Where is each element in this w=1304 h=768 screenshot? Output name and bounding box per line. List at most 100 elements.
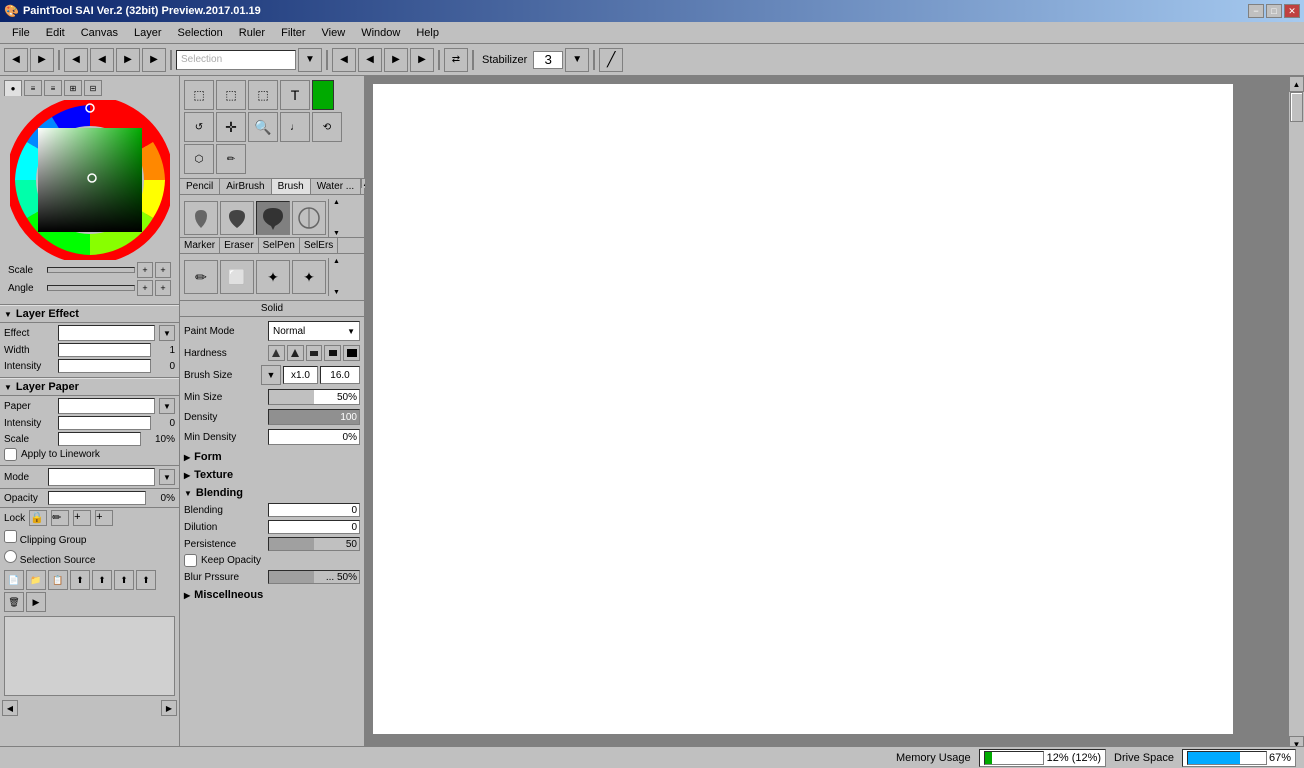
- subicon-eraser[interactable]: ⬜: [220, 260, 254, 294]
- mode-dropdown-arrow[interactable]: ▼: [159, 469, 175, 485]
- toolbar-btn1[interactable]: ◀: [64, 48, 88, 72]
- angle-minus-btn[interactable]: +: [137, 280, 153, 296]
- lock-icon-btn[interactable]: 🔒: [29, 510, 47, 526]
- menu-help[interactable]: Help: [408, 25, 447, 41]
- toolbar-btn3[interactable]: ▶: [116, 48, 140, 72]
- brush-icon-scroll[interactable]: ▲ ▼: [328, 199, 344, 237]
- width-track[interactable]: [58, 343, 151, 357]
- hardness-btn4[interactable]: [324, 345, 341, 361]
- toolbar-diagonal-btn[interactable]: ╱: [599, 48, 623, 72]
- selection-dropdown[interactable]: ▼: [298, 48, 322, 72]
- panel-scroll-right[interactable]: ▶: [161, 700, 177, 716]
- new-layer-btn[interactable]: 📄: [4, 570, 24, 590]
- layer-btn7[interactable]: ⬆: [136, 570, 156, 590]
- lock-btn3[interactable]: +: [73, 510, 91, 526]
- intensity-track[interactable]: [58, 359, 151, 373]
- scroll-v-thumb[interactable]: [1290, 92, 1303, 122]
- maximize-button[interactable]: □: [1266, 4, 1282, 18]
- blur-pressure-track[interactable]: ... 50%: [268, 570, 360, 584]
- toolbar-btn2[interactable]: ◀: [90, 48, 114, 72]
- layer-effect-header[interactable]: ▼ Layer Effect: [0, 305, 179, 323]
- hardness-btn1[interactable]: [268, 345, 285, 361]
- minimize-button[interactable]: −: [1248, 4, 1264, 18]
- persistence-track[interactable]: 50: [268, 537, 360, 551]
- brush-tab-brush[interactable]: Brush: [272, 179, 311, 194]
- tool-audio[interactable]: ♩: [280, 112, 310, 142]
- toolbar-back-btn[interactable]: ◀: [4, 48, 28, 72]
- tool-select2[interactable]: ⟲: [312, 112, 342, 142]
- misc-header[interactable]: ▶ Miscellneous: [184, 587, 360, 603]
- brush-icon-4[interactable]: [292, 201, 326, 235]
- opacity-track[interactable]: [48, 491, 146, 505]
- subicon-selpen[interactable]: ✦: [256, 260, 290, 294]
- toolbar-exchange-btn[interactable]: ⇄: [444, 48, 468, 72]
- menu-filter[interactable]: Filter: [273, 25, 313, 41]
- brush-icon-1[interactable]: [184, 201, 218, 235]
- tool-shape[interactable]: ⬡: [184, 144, 214, 174]
- subicon-selers[interactable]: ✦: [292, 260, 326, 294]
- dilution-track[interactable]: 0: [268, 520, 360, 534]
- texture-header[interactable]: ▶ Texture: [184, 467, 360, 483]
- brush-subtool-eraser[interactable]: Eraser: [220, 238, 258, 253]
- angle-plus-btn[interactable]: +: [155, 280, 171, 296]
- paper-dropdown[interactable]: ▼: [159, 398, 175, 414]
- mode-dropdown[interactable]: [48, 468, 155, 486]
- drawing-canvas[interactable]: [373, 84, 1233, 734]
- effect-dropdown[interactable]: ▼: [159, 325, 175, 341]
- tool-pen[interactable]: ✏: [216, 144, 246, 174]
- tool-select-lasso[interactable]: ⬚: [216, 80, 246, 110]
- color-wheel-svg[interactable]: [10, 100, 170, 260]
- toolbar-btn6[interactable]: ◀: [358, 48, 382, 72]
- scale-minus-btn[interactable]: +: [137, 262, 153, 278]
- menu-window[interactable]: Window: [353, 25, 408, 41]
- color-tab-h[interactable]: ≡: [24, 80, 42, 96]
- angle-track[interactable]: [47, 285, 135, 291]
- brush-subtool-selpen[interactable]: SelPen: [259, 238, 300, 253]
- min-size-track[interactable]: 50%: [268, 389, 360, 405]
- scale-plus-btn[interactable]: +: [155, 262, 171, 278]
- keep-opacity-checkbox[interactable]: [184, 554, 197, 567]
- color-tab-grid[interactable]: ⊞: [64, 80, 82, 96]
- canvas-scrollbar-vertical[interactable]: ▲ ▼: [1288, 76, 1304, 752]
- close-button[interactable]: ✕: [1284, 4, 1300, 18]
- menu-edit[interactable]: Edit: [38, 25, 73, 41]
- toolbar-btn7[interactable]: ▶: [384, 48, 408, 72]
- menu-selection[interactable]: Selection: [170, 25, 231, 41]
- scroll-v-up-btn[interactable]: ▲: [1289, 76, 1304, 92]
- layer-btn5[interactable]: ⬆: [92, 570, 112, 590]
- lock-pen-btn[interactable]: ✏: [51, 510, 69, 526]
- tool-move[interactable]: ✛: [216, 112, 246, 142]
- selection-source-radio[interactable]: [4, 550, 17, 563]
- brush-tab-airbrush[interactable]: AirBrush: [220, 179, 271, 194]
- layer-btn9[interactable]: ▶: [26, 592, 46, 612]
- color-wheel-container[interactable]: [10, 100, 170, 260]
- hardness-btn2[interactable]: [287, 345, 304, 361]
- paper-intensity-track[interactable]: [58, 416, 151, 430]
- brush-icon-2[interactable]: [220, 201, 254, 235]
- blending-header[interactable]: ▼ Blending: [184, 485, 360, 501]
- brush-subtool-selers[interactable]: SelErs: [300, 238, 338, 253]
- layer-paper-header[interactable]: ▼ Layer Paper: [0, 378, 179, 396]
- delete-layer-btn[interactable]: 🗑: [4, 592, 24, 612]
- stabilizer-input[interactable]: [533, 51, 563, 69]
- menu-layer[interactable]: Layer: [126, 25, 170, 41]
- toolbar-btn5[interactable]: ◀: [332, 48, 356, 72]
- tool-rotate[interactable]: ↺: [184, 112, 214, 142]
- tool-zoom[interactable]: 🔍: [248, 112, 278, 142]
- new-folder-btn[interactable]: 📁: [26, 570, 46, 590]
- color-tab-hv[interactable]: ≡: [44, 80, 62, 96]
- color-tab-list[interactable]: ⊟: [84, 80, 102, 96]
- hardness-btn3[interactable]: [306, 345, 323, 361]
- menu-file[interactable]: File: [4, 25, 38, 41]
- brush-tab-water[interactable]: Water ...: [311, 179, 361, 194]
- brush-icon-3-active[interactable]: [256, 201, 290, 235]
- density-track[interactable]: 100: [268, 409, 360, 425]
- brush-size-toggle[interactable]: ▼: [261, 365, 281, 385]
- tool-text[interactable]: T: [280, 80, 310, 110]
- color-tab-wheel[interactable]: ●: [4, 80, 22, 96]
- blending-track[interactable]: 0: [268, 503, 360, 517]
- toolbar-btn4[interactable]: ▶: [142, 48, 166, 72]
- lock-btn4[interactable]: +: [95, 510, 113, 526]
- toolbar-fwd-btn[interactable]: ▶: [30, 48, 54, 72]
- effect-input[interactable]: [58, 325, 155, 341]
